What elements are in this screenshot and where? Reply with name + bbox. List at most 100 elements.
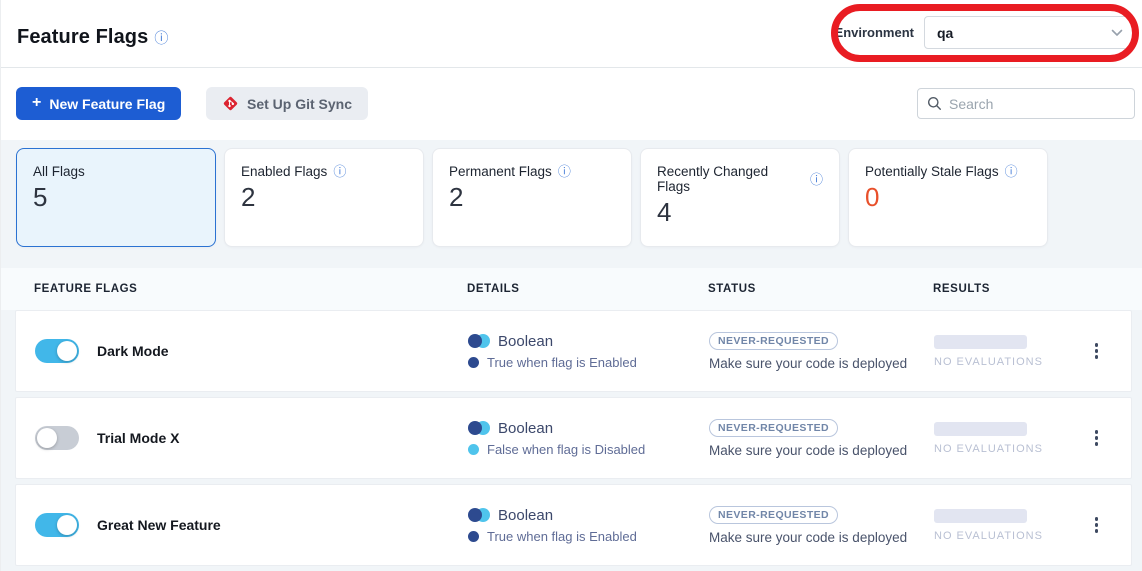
new-feature-flag-label: New Feature Flag — [49, 96, 165, 112]
page-title-wrap: Feature Flags ⓘ — [17, 26, 168, 49]
details-cell: Boolean False when flag is Disabled — [468, 420, 709, 457]
evaluations-text: NO EVALUATIONS — [934, 356, 1062, 368]
column-header-results: RESULTS — [933, 283, 1142, 295]
info-icon[interactable]: ⓘ — [810, 173, 823, 186]
flag-type: Boolean — [498, 333, 553, 350]
table-header: FEATURE FLAGS DETAILS STATUS RESULTS — [1, 268, 1142, 310]
flag-toggle[interactable] — [35, 339, 79, 363]
search-icon — [927, 96, 942, 111]
flag-cell: Great New Feature — [16, 513, 468, 537]
column-header-details: DETAILS — [467, 283, 708, 295]
kebab-menu-icon[interactable] — [1089, 337, 1105, 365]
status-badge: NEVER-REQUESTED — [709, 506, 838, 524]
evaluations-bar — [934, 509, 1027, 523]
flag-name[interactable]: Dark Mode — [97, 343, 169, 359]
value-dot-icon — [468, 357, 479, 368]
toggle-knob — [37, 428, 57, 448]
page-header: Feature Flags ⓘ Environment qa — [1, 0, 1142, 68]
info-icon[interactable]: ⓘ — [558, 165, 571, 178]
status-note: Make sure your code is deployed — [709, 356, 907, 371]
table-row: Great New Feature Boolean True when flag… — [15, 484, 1132, 566]
summary-card-label: All Flags — [33, 164, 85, 179]
row-menu-cell — [1062, 511, 1131, 539]
chevron-down-icon — [1111, 29, 1123, 37]
status-badge: NEVER-REQUESTED — [709, 332, 838, 350]
summary-card[interactable]: Recently Changed Flags ⓘ 4 — [640, 148, 840, 247]
flag-name[interactable]: Great New Feature — [97, 517, 221, 533]
toggle-knob — [57, 515, 77, 535]
column-header-feature-flags: FEATURE FLAGS — [34, 283, 467, 295]
table-row: Dark Mode Boolean True when flag is Enab… — [15, 310, 1132, 392]
summary-card[interactable]: Enabled Flags ⓘ 2 — [224, 148, 424, 247]
flag-toggle[interactable] — [35, 426, 79, 450]
environment-selected-value: qa — [937, 25, 953, 41]
row-menu-cell — [1062, 337, 1131, 365]
summary-card-label: Potentially Stale Flags — [865, 164, 999, 179]
boolean-type-icon — [468, 334, 490, 348]
environment-select[interactable]: qa — [924, 16, 1134, 49]
details-cell: Boolean True when flag is Enabled — [468, 507, 709, 544]
summary-card-value: 5 — [33, 182, 199, 213]
flag-type: Boolean — [498, 420, 553, 437]
status-note: Make sure your code is deployed — [709, 530, 907, 545]
search-box[interactable] — [917, 88, 1135, 119]
environment-label: Environment — [835, 25, 914, 40]
evaluations-text: NO EVALUATIONS — [934, 443, 1062, 455]
git-diamond-icon — [222, 95, 239, 112]
evaluations-text: NO EVALUATIONS — [934, 530, 1062, 542]
summary-card-label: Permanent Flags — [449, 164, 552, 179]
column-header-status: STATUS — [708, 283, 933, 295]
row-menu-cell — [1062, 424, 1131, 452]
summary-card-value: 2 — [241, 182, 407, 213]
value-dot-icon — [468, 444, 479, 455]
title-info-icon[interactable]: ⓘ — [154, 31, 168, 45]
evaluations-bar — [934, 335, 1027, 349]
git-sync-button[interactable]: Set Up Git Sync — [206, 87, 368, 120]
kebab-menu-icon[interactable] — [1089, 424, 1105, 452]
toggle-knob — [57, 341, 77, 361]
flag-cell: Dark Mode — [16, 339, 468, 363]
status-badge: NEVER-REQUESTED — [709, 419, 838, 437]
toolbar: + New Feature Flag Set Up Git Sync — [1, 69, 1142, 140]
summary-card-value: 4 — [657, 197, 823, 228]
search-input[interactable] — [949, 96, 1130, 112]
summary-card-value: 0 — [865, 182, 1031, 213]
flag-default-rule: True when flag is Enabled — [487, 355, 637, 370]
table-row: Trial Mode X Boolean False when flag is … — [15, 397, 1132, 479]
details-cell: Boolean True when flag is Enabled — [468, 333, 709, 370]
results-cell: NO EVALUATIONS — [934, 335, 1062, 368]
value-dot-icon — [468, 531, 479, 542]
environment-selector: Environment qa — [835, 16, 1134, 49]
summary-cards: All Flags ⓘ 5 Enabled Flags ⓘ 2 Permanen… — [1, 140, 1142, 247]
content-area: All Flags ⓘ 5 Enabled Flags ⓘ 2 Permanen… — [1, 140, 1142, 571]
summary-card[interactable]: All Flags ⓘ 5 — [16, 148, 216, 247]
info-icon[interactable]: ⓘ — [1005, 165, 1018, 178]
flag-type: Boolean — [498, 507, 553, 524]
summary-card-label: Recently Changed Flags — [657, 164, 804, 194]
boolean-type-icon — [468, 508, 490, 522]
flag-cell: Trial Mode X — [16, 426, 468, 450]
status-note: Make sure your code is deployed — [709, 443, 907, 458]
kebab-menu-icon[interactable] — [1089, 511, 1105, 539]
results-cell: NO EVALUATIONS — [934, 422, 1062, 455]
summary-card[interactable]: Permanent Flags ⓘ 2 — [432, 148, 632, 247]
flag-rows: Dark Mode Boolean True when flag is Enab… — [15, 310, 1132, 566]
status-cell: NEVER-REQUESTED Make sure your code is d… — [709, 332, 934, 371]
plus-icon: + — [32, 94, 41, 112]
info-icon[interactable]: ⓘ — [333, 165, 346, 178]
new-feature-flag-button[interactable]: + New Feature Flag — [16, 87, 181, 120]
flag-name[interactable]: Trial Mode X — [97, 430, 179, 446]
summary-card-value: 2 — [449, 182, 615, 213]
flag-default-rule: False when flag is Disabled — [487, 442, 645, 457]
status-cell: NEVER-REQUESTED Make sure your code is d… — [709, 419, 934, 458]
boolean-type-icon — [468, 421, 490, 435]
page-title: Feature Flags — [17, 26, 148, 49]
flag-default-rule: True when flag is Enabled — [487, 529, 637, 544]
flag-toggle[interactable] — [35, 513, 79, 537]
git-sync-label: Set Up Git Sync — [247, 96, 352, 112]
summary-card-label: Enabled Flags — [241, 164, 327, 179]
evaluations-bar — [934, 422, 1027, 436]
summary-card[interactable]: Potentially Stale Flags ⓘ 0 — [848, 148, 1048, 247]
status-cell: NEVER-REQUESTED Make sure your code is d… — [709, 506, 934, 545]
results-cell: NO EVALUATIONS — [934, 509, 1062, 542]
